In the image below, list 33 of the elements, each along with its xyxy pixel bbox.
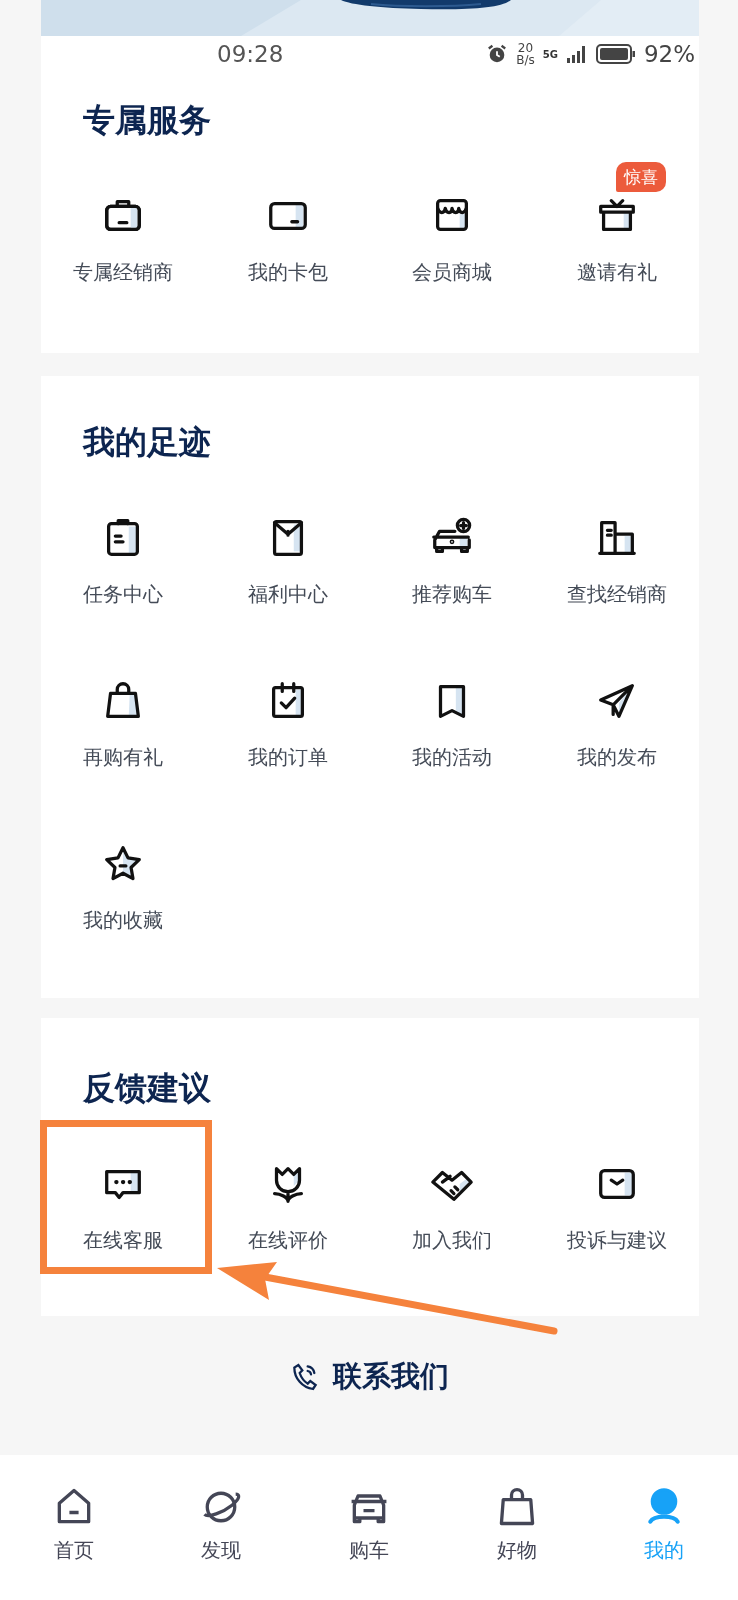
- section-title: 反馈建议: [83, 1070, 212, 1106]
- tab[interactable]: 发现: [147, 1485, 296, 1567]
- menu-item[interactable]: 再购有礼: [83, 678, 164, 771]
- status-time: 09:28: [217, 41, 284, 67]
- alarm-clock-icon: [486, 43, 509, 65]
- menu-item[interactable]: 专属经销商: [73, 193, 174, 286]
- battery-percent: 92%: [643, 41, 695, 67]
- menu-item[interactable]: 福利中心: [247, 515, 328, 608]
- menu-item[interactable]: 投诉与建议: [566, 1161, 667, 1254]
- menu-item[interactable]: 我的活动: [412, 678, 493, 771]
- tab[interactable]: 好物: [442, 1485, 591, 1567]
- menu-item[interactable]: 邀请有礼: [576, 193, 657, 286]
- menu-item[interactable]: 会员商城: [412, 193, 493, 286]
- menu-item[interactable]: 我的卡包: [247, 193, 328, 286]
- tab[interactable]: 首页: [0, 1485, 148, 1567]
- menu-item[interactable]: 加入我们: [412, 1161, 493, 1254]
- menu-item[interactable]: 我的发布: [576, 678, 657, 771]
- network-speed: 20 B/s: [516, 42, 535, 66]
- tab[interactable]: 购车: [295, 1485, 443, 1567]
- contact-us-link[interactable]: 联系我们: [333, 1357, 449, 1397]
- menu-item[interactable]: 查找经销商: [566, 515, 667, 608]
- menu-item[interactable]: 我的订单: [247, 678, 328, 771]
- section-title: 我的足迹: [83, 424, 212, 460]
- menu-item[interactable]: 我的收藏: [83, 841, 164, 934]
- menu-item[interactable]: 任务中心: [83, 515, 164, 608]
- menu-item[interactable]: 在线客服: [83, 1161, 164, 1254]
- badge: 惊喜: [615, 162, 666, 192]
- network-type: 5G: [542, 48, 558, 60]
- battery-icon: [595, 43, 636, 65]
- section-title: 专属服务: [83, 102, 212, 138]
- signal-icon: [565, 43, 588, 65]
- menu-item[interactable]: 在线评价: [247, 1161, 328, 1254]
- menu-item[interactable]: 推荐购车: [412, 515, 493, 608]
